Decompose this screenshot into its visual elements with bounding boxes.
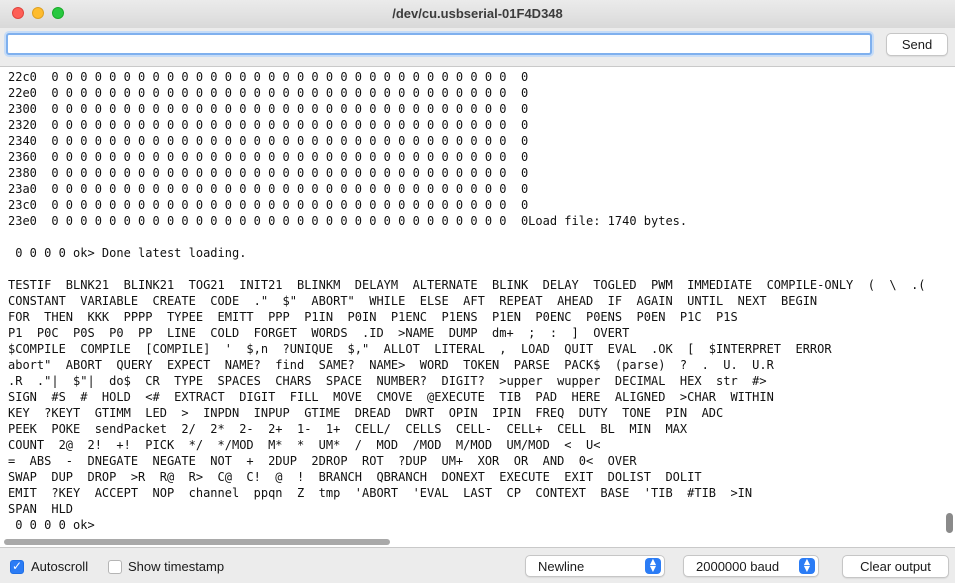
output-lines: 22c0 0 0 0 0 0 0 0 0 0 0 0 0 0 0 0 0 0 0…: [8, 69, 941, 533]
autoscroll-label: Autoscroll: [31, 559, 89, 574]
title-bar: /dev/cu.usbserial-01F4D348: [0, 0, 955, 29]
vertical-scrollbar[interactable]: [945, 67, 954, 547]
serial-output[interactable]: 22c0 0 0 0 0 0 0 0 0 0 0 0 0 0 0 0 0 0 0…: [0, 66, 955, 548]
line-ending-select[interactable]: Newline ▲ ▼: [525, 555, 665, 577]
serial-input-field[interactable]: [6, 33, 872, 55]
output-line: CONSTANT VARIABLE CREATE CODE ." $" ABOR…: [8, 294, 818, 308]
output-line: EMIT ?KEY ACCEPT NOP channel ppqn Z tmp …: [8, 486, 753, 500]
output-line: 2300 0 0 0 0 0 0 0 0 0 0 0 0 0 0 0 0 0 0…: [8, 102, 529, 116]
output-line: TESTIF BLNK21 BLINK21 TOG21 INIT21 BLINK…: [8, 278, 926, 292]
send-button[interactable]: Send: [886, 33, 948, 56]
output-line: $COMPILE COMPILE [COMPILE] ' $,n ?UNIQUE…: [8, 342, 832, 356]
output-line: .R ."| $"| do$ CR TYPE SPACES CHARS SPAC…: [8, 374, 767, 388]
output-line: P1 P0C P0S P0 PP LINE COLD FORGET WORDS …: [8, 326, 630, 340]
footer-bar: Autoscroll Show timestamp Newline ▲▼ 200…: [0, 548, 955, 583]
output-line: SWAP DUP DROP >R R@ R> C@ C! @ ! BRANCH …: [8, 470, 702, 484]
output-line: 22c0 0 0 0 0 0 0 0 0 0 0 0 0 0 0 0 0 0 0…: [8, 70, 529, 84]
output-line: 2360 0 0 0 0 0 0 0 0 0 0 0 0 0 0 0 0 0 0…: [8, 150, 529, 164]
output-line: SIGN #S # HOLD <# EXTRACT DIGIT FILL MOV…: [8, 390, 774, 404]
output-line: 0 0 0 0 ok> Done latest loading.: [8, 246, 247, 260]
vertical-scrollbar-thumb[interactable]: [946, 513, 953, 533]
send-bar: Send: [0, 28, 955, 66]
output-line: 2380 0 0 0 0 0 0 0 0 0 0 0 0 0 0 0 0 0 0…: [8, 166, 529, 180]
autoscroll-checkbox[interactable]: [10, 559, 24, 574]
output-line: 22e0 0 0 0 0 0 0 0 0 0 0 0 0 0 0 0 0 0 0…: [8, 86, 529, 100]
output-line: SPAN HLD: [8, 502, 74, 516]
baud-rate-select[interactable]: 2000000 baud ▲ ▼: [683, 555, 819, 577]
output-line: = ABS - DNEGATE NEGATE NOT + 2DUP 2DROP …: [8, 454, 637, 468]
horizontal-scrollbar-thumb[interactable]: [4, 539, 390, 545]
output-line: FOR THEN KKK PPPP TYPEE EMITT PPP P1IN P…: [8, 310, 738, 324]
output-line: 23c0 0 0 0 0 0 0 0 0 0 0 0 0 0 0 0 0 0 0…: [8, 198, 529, 212]
output-line: 0 0 0 0 ok>: [8, 518, 95, 532]
output-line: PEEK POKE sendPacket 2/ 2* 2- 2+ 1- 1+ C…: [8, 422, 688, 436]
output-line: KEY ?KEYT GTIMM LED > INPDN INPUP GTIME …: [8, 406, 724, 420]
line-ending-value: Newline: [538, 559, 585, 574]
show-timestamp-checkbox[interactable]: [108, 560, 122, 574]
output-line: 2320 0 0 0 0 0 0 0 0 0 0 0 0 0 0 0 0 0 0…: [8, 118, 529, 132]
window-title: /dev/cu.usbserial-01F4D348: [392, 6, 563, 21]
horizontal-scrollbar[interactable]: [0, 537, 955, 547]
output-line: COUNT 2@ 2! +! PICK */ */MOD M* * UM* / …: [8, 438, 601, 452]
output-line: 23e0 0 0 0 0 0 0 0 0 0 0 0 0 0 0 0 0 0 0…: [8, 214, 688, 228]
output-line: 23a0 0 0 0 0 0 0 0 0 0 0 0 0 0 0 0 0 0 0…: [8, 182, 529, 196]
output-line: abort" ABORT QUERY EXPECT NAME? find SAM…: [8, 358, 774, 372]
chevron-up-down-icon: ▲ ▼: [645, 558, 661, 574]
chevron-up-down-icon: ▲ ▼: [799, 558, 815, 574]
clear-output-button[interactable]: Clear output: [842, 555, 949, 578]
output-line: 2340 0 0 0 0 0 0 0 0 0 0 0 0 0 0 0 0 0 0…: [8, 134, 529, 148]
baud-rate-value: 2000000 baud: [696, 559, 780, 574]
show-timestamp-label: Show timestamp: [128, 559, 225, 574]
